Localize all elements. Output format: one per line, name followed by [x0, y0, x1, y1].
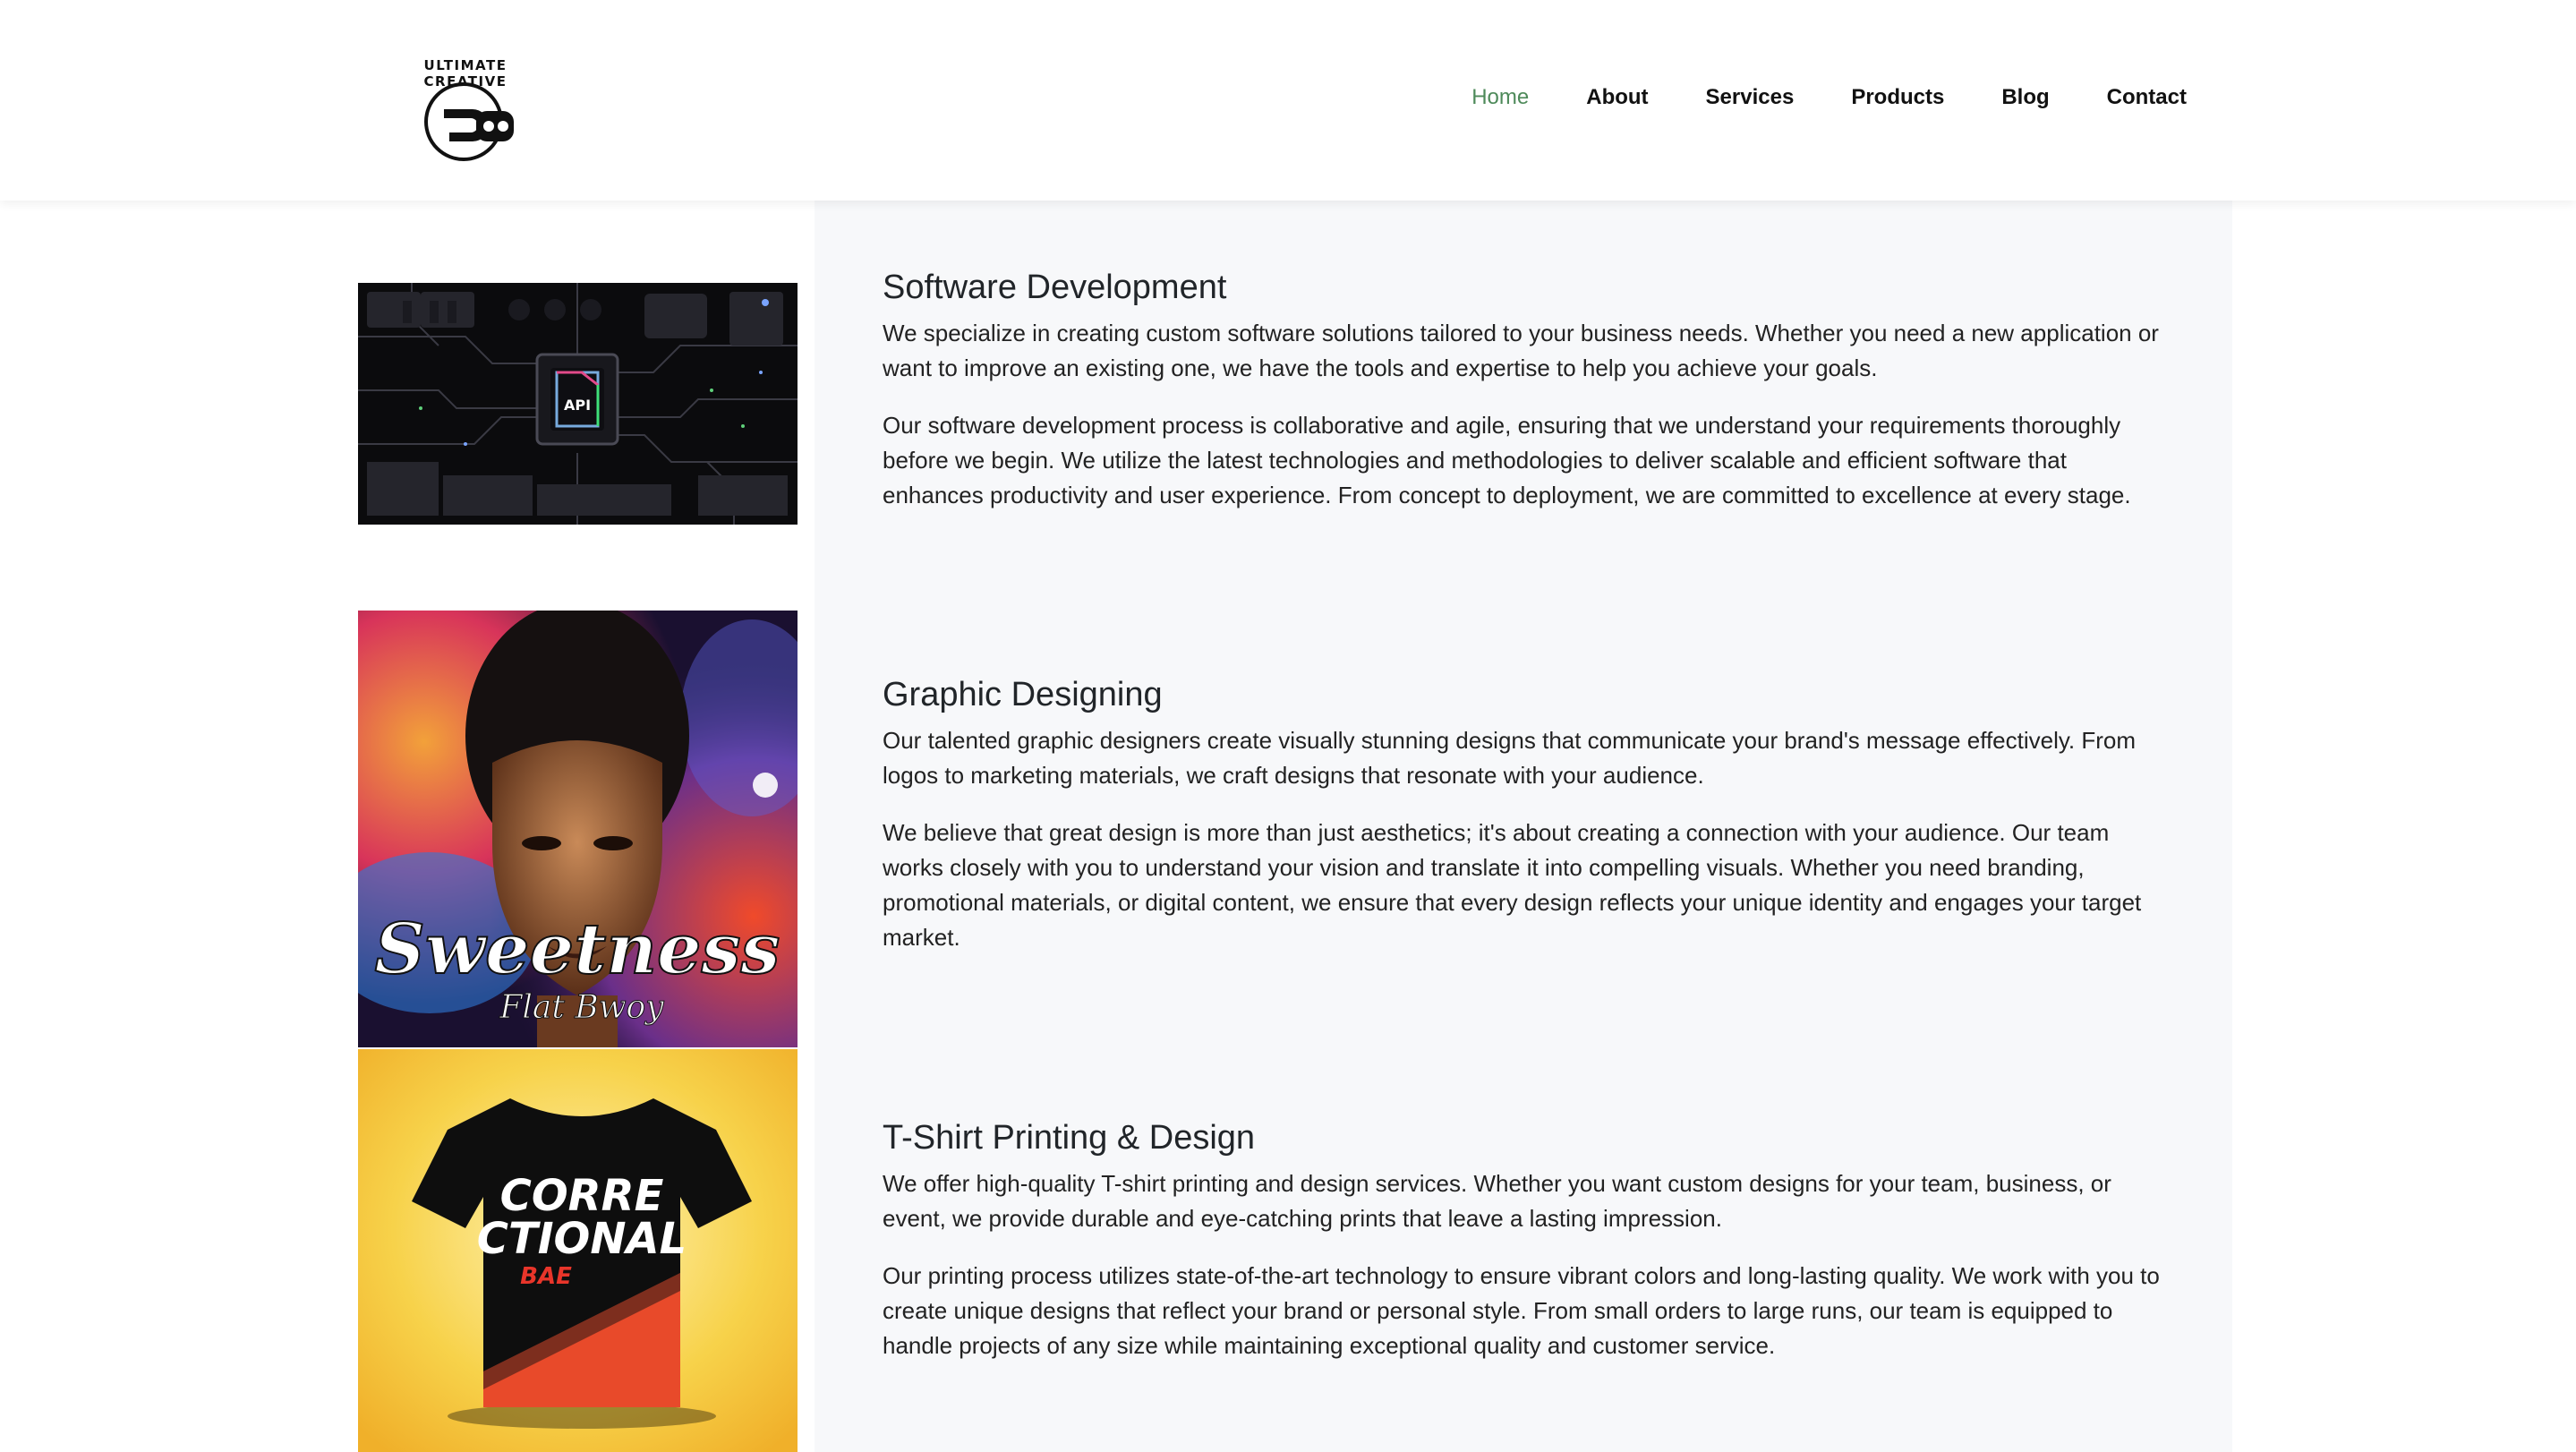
nav-services-link[interactable]: Services: [1706, 85, 1795, 110]
service-tshirt-printing: T-Shirt Printing & Design We offer high-…: [883, 1119, 2171, 1386]
service-graphic-designing: Graphic Designing Our talented graphic d…: [883, 676, 2171, 978]
service-paragraph: We believe that great design is more tha…: [883, 819, 2142, 951]
tshirt-caption-line2: CTIONAL: [477, 1214, 687, 1264]
service-software-development: Software Development We specialize in cr…: [883, 269, 2171, 535]
tshirt-printing-image: CORRE CTIONAL BAE: [358, 1049, 798, 1452]
service-paragraph: Our talented graphic designers create vi…: [883, 727, 2137, 789]
sweetness-caption: Sweetness: [375, 909, 780, 990]
logo-mark-icon: [424, 82, 514, 161]
service-title: T-Shirt Printing & Design: [883, 1119, 1256, 1157]
service-title: Graphic Designing: [883, 676, 1163, 713]
api-caption: API: [564, 397, 591, 414]
main-nav: Home About Services Products Blog Contac…: [1471, 85, 2187, 110]
site-header: ULTIMATE CREATIVE Home About Services Pr…: [0, 0, 2576, 201]
service-paragraph: Our printing process utilizes state-of-t…: [883, 1262, 2160, 1359]
graphic-designing-image: Sweetness Flat Bwoy: [358, 611, 798, 1047]
service-paragraph: We offer high-quality T-shirt printing a…: [883, 1170, 2111, 1232]
nav-home-link[interactable]: Home: [1471, 85, 1529, 110]
nav-about-link[interactable]: About: [1586, 85, 1648, 110]
flat-bwoy-caption: Flat Bwoy: [499, 989, 664, 1026]
service-paragraph: We specialize in creating custom softwar…: [883, 320, 2159, 381]
nav-blog-link[interactable]: Blog: [2001, 85, 2049, 110]
tshirt-subcaption: BAE: [520, 1263, 572, 1290]
nav-products-link[interactable]: Products: [1851, 85, 1944, 110]
service-paragraph: Our software development process is coll…: [883, 412, 2131, 508]
software-development-image: API: [358, 283, 798, 525]
nav-contact-link[interactable]: Contact: [2107, 85, 2187, 110]
service-title: Software Development: [883, 269, 1227, 306]
site-logo[interactable]: ULTIMATE CREATIVE: [383, 54, 548, 165]
